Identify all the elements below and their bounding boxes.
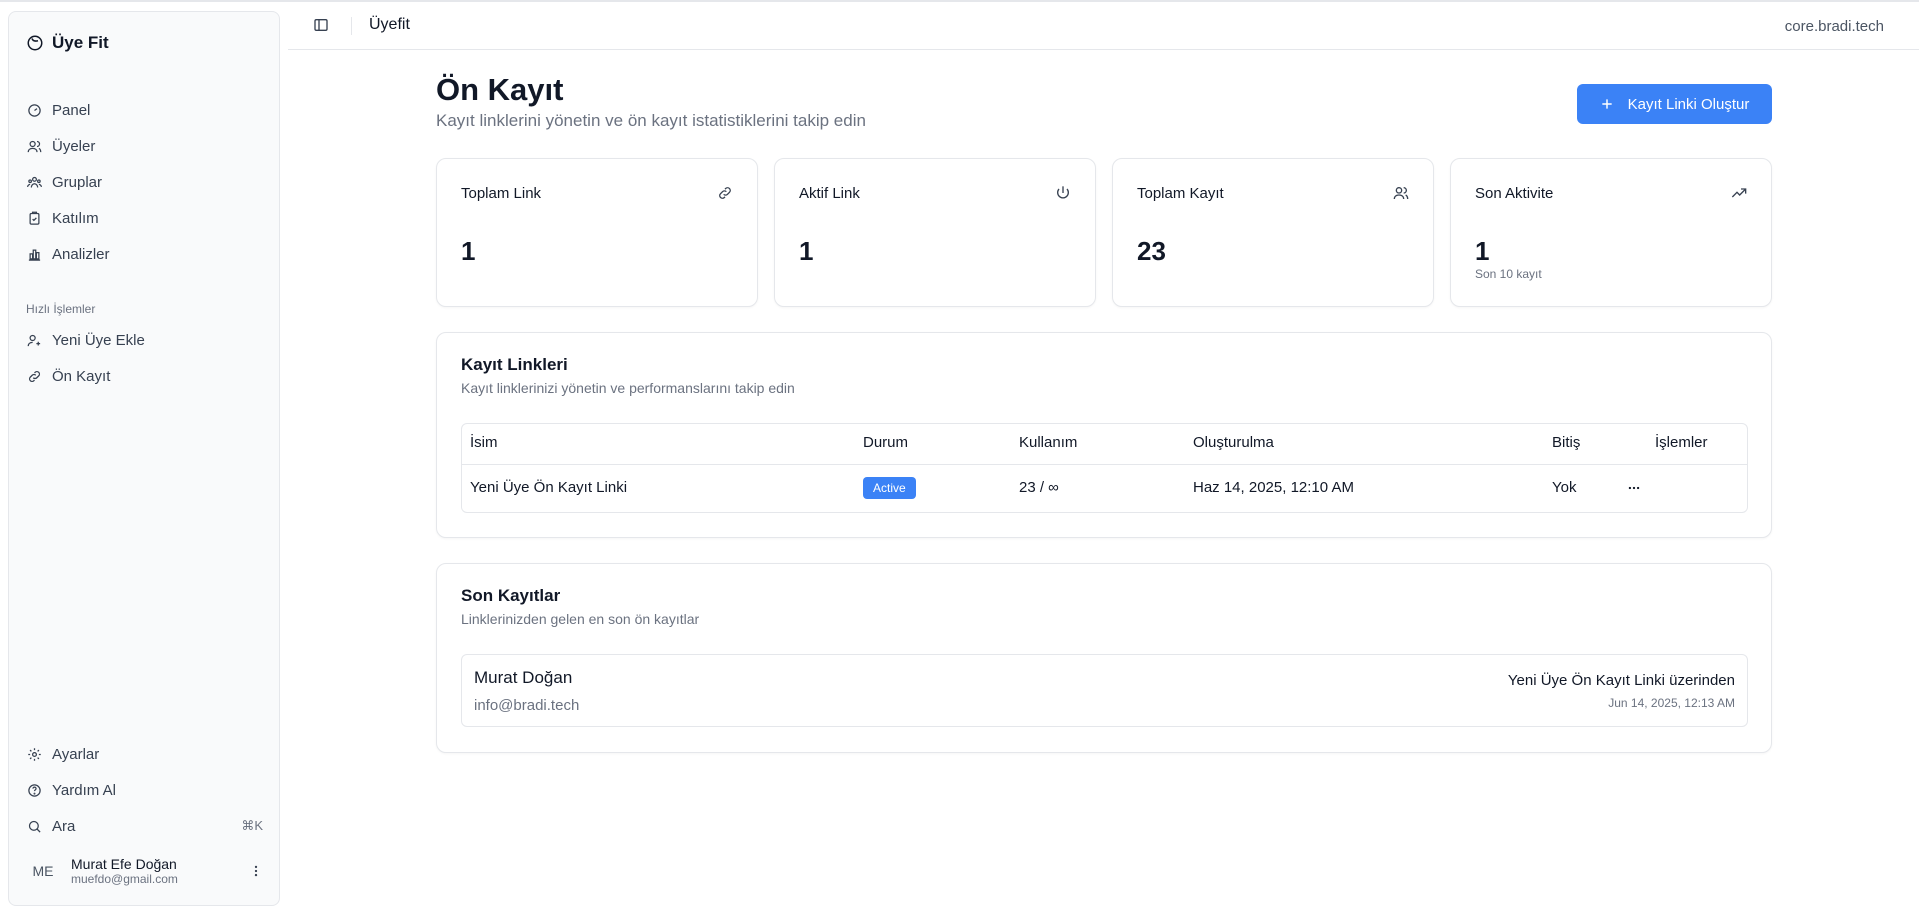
panel-title: Kayıt Linkleri bbox=[461, 355, 568, 374]
groups-icon bbox=[27, 176, 42, 188]
quick-nav: Yeni Üye Ekle Ön Kayıt bbox=[17, 322, 273, 394]
sidebar-item-panel[interactable]: Panel bbox=[17, 92, 273, 128]
more-horizontal-icon[interactable] bbox=[1625, 481, 1643, 500]
link-icon bbox=[717, 185, 733, 206]
stat-label: Toplam Kayıt bbox=[1137, 185, 1224, 202]
sidebar-item-analytics[interactable]: Analizler bbox=[17, 236, 273, 272]
sidebar-item-label: Analizler bbox=[52, 245, 110, 263]
stat-value: 1 bbox=[1475, 236, 1490, 266]
panel-title: Son Kayıtlar bbox=[461, 586, 561, 605]
column-header-usage[interactable]: Kullanım bbox=[1019, 434, 1077, 451]
help-circle-icon bbox=[28, 783, 41, 797]
gear-icon bbox=[28, 747, 41, 761]
sidebar-item-label: Ayarlar bbox=[52, 745, 100, 763]
column-header-name[interactable]: İsim bbox=[470, 434, 498, 451]
create-link-button[interactable]: Kayıt Linki Oluştur bbox=[1577, 84, 1772, 124]
registration-links-panel: Kayıt Linkleri Kayıt linklerinizi yöneti… bbox=[436, 332, 1772, 538]
top-header: Üyefit core.bradi.tech bbox=[288, 2, 1919, 50]
search-shortcut: ⌘K bbox=[241, 818, 263, 833]
sidebar-item-help[interactable]: Yardım Al bbox=[17, 772, 273, 808]
sidebar-item-label: Yardım Al bbox=[52, 781, 116, 799]
sidebar-item-label: Katılım bbox=[52, 209, 99, 227]
stat-label: Son Aktivite bbox=[1475, 185, 1554, 202]
gauge-icon bbox=[28, 103, 41, 117]
table-cell-expires: Yok bbox=[1552, 479, 1577, 496]
panel-subtitle: Linklerinizden gelen en son ön kayıtlar bbox=[461, 611, 700, 627]
user-email: muefdo@gmail.com bbox=[71, 872, 178, 886]
panel-subtitle: Kayıt linklerinizi yönetin ve performans… bbox=[461, 380, 795, 396]
user-info: Murat Efe Doğan muefdo@gmail.com bbox=[71, 856, 178, 886]
stat-value: 23 bbox=[1137, 236, 1166, 266]
link-icon bbox=[29, 370, 40, 382]
table-divider bbox=[462, 464, 1747, 465]
header-title: Üyefit bbox=[369, 16, 410, 33]
users-icon bbox=[27, 140, 42, 152]
stat-value: 1 bbox=[799, 236, 814, 266]
table-cell-name[interactable]: Yeni Üye Ön Kayıt Linki bbox=[470, 479, 627, 496]
sidebar-toggle-icon[interactable] bbox=[313, 17, 329, 38]
stat-card-active-links: Aktif Link 1 bbox=[774, 158, 1096, 307]
stat-note: Son 10 kayıt bbox=[1475, 267, 1542, 281]
header-host: core.bradi.tech bbox=[1784, 18, 1884, 35]
registrant-name: Murat Doğan bbox=[474, 668, 573, 687]
bar-chart-icon bbox=[28, 249, 41, 261]
plus-icon bbox=[1601, 99, 1612, 109]
registration-source: Yeni Üye Ön Kayıt Linki üzerinden bbox=[1507, 672, 1735, 689]
user-profile[interactable]: ME Murat Efe Doğan muefdo@gmail.com bbox=[17, 846, 273, 896]
column-header-expires[interactable]: Bitiş bbox=[1552, 434, 1580, 451]
stat-card-total-links: Toplam Link 1 bbox=[436, 158, 758, 307]
quick-actions-label: Hızlı İşlemler bbox=[26, 302, 96, 316]
main-nav: Panel Üyeler Gruplar Katılım Analizler bbox=[17, 92, 273, 272]
sidebar-item-label: Yeni Üye Ekle bbox=[52, 331, 145, 349]
sidebar-item-label: Ön Kayıt bbox=[52, 367, 111, 385]
more-vertical-icon[interactable] bbox=[249, 864, 263, 878]
user-name: Murat Efe Doğan bbox=[71, 856, 177, 872]
column-header-created[interactable]: Oluşturulma bbox=[1193, 434, 1274, 451]
sidebar-item-members[interactable]: Üyeler bbox=[17, 128, 273, 164]
user-plus-icon bbox=[27, 334, 41, 346]
sidebar-item-attendance[interactable]: Katılım bbox=[17, 200, 273, 236]
recent-registrations-panel: Son Kayıtlar Linklerinizden gelen en son… bbox=[436, 563, 1772, 753]
clipboard-check-icon bbox=[29, 211, 40, 225]
column-header-status[interactable]: Durum bbox=[863, 434, 908, 451]
stat-value: 1 bbox=[461, 236, 476, 266]
page-subtitle: Kayıt linklerini yönetin ve ön kayıt ist… bbox=[436, 111, 866, 130]
create-link-label: Kayıt Linki Oluştur bbox=[1627, 95, 1750, 113]
header-divider bbox=[351, 17, 352, 35]
stat-card-recent-activity: Son Aktivite 1 Son 10 kayıt bbox=[1450, 158, 1772, 307]
search-icon bbox=[28, 820, 41, 833]
stat-label: Aktif Link bbox=[799, 185, 860, 202]
brand[interactable]: Üye Fit bbox=[26, 33, 109, 53]
stat-label: Toplam Link bbox=[461, 185, 542, 202]
sidebar-item-search[interactable]: Ara ⌘K bbox=[17, 808, 273, 844]
sidebar-item-groups[interactable]: Gruplar bbox=[17, 164, 273, 200]
trending-up-icon bbox=[1731, 185, 1747, 206]
power-icon bbox=[1055, 185, 1071, 206]
sidebar-item-label: Ara bbox=[52, 817, 76, 835]
table-cell-created: Haz 14, 2025, 12:10 AM bbox=[1193, 479, 1354, 496]
registrant-email: info@bradi.tech bbox=[474, 697, 580, 714]
sidebar-item-add-member[interactable]: Yeni Üye Ekle bbox=[17, 322, 273, 358]
list-item[interactable]: Murat Doğan info@bradi.tech Yeni Üye Ön … bbox=[461, 654, 1748, 727]
users-icon bbox=[1393, 185, 1409, 206]
column-header-actions: İşlemler bbox=[1655, 434, 1708, 451]
brand-name: Üye Fit bbox=[52, 33, 109, 52]
sidebar-item-label: Üyeler bbox=[52, 137, 96, 155]
bottom-nav: Ayarlar Yardım Al Ara ⌘K bbox=[17, 736, 273, 844]
sidebar-item-label: Gruplar bbox=[52, 173, 103, 191]
table-cell-usage: 23 / ∞ bbox=[1019, 479, 1059, 496]
avatar: ME bbox=[32, 863, 54, 879]
sidebar-item-label: Panel bbox=[52, 101, 91, 119]
sidebar: Üye Fit Panel Üyeler Gruplar Katılım Ana… bbox=[8, 11, 280, 906]
stat-card-total-registrations: Toplam Kayıt 23 bbox=[1112, 158, 1434, 307]
registration-date: Jun 14, 2025, 12:13 AM bbox=[1608, 696, 1735, 710]
logo-icon bbox=[27, 35, 43, 51]
page-title: Ön Kayıt bbox=[436, 72, 564, 107]
status-badge: Active bbox=[863, 477, 916, 499]
sidebar-item-pre-registration[interactable]: Ön Kayıt bbox=[17, 358, 273, 394]
links-table: İsim Durum Kullanım Oluşturulma Bitiş İş… bbox=[461, 423, 1748, 513]
sidebar-item-settings[interactable]: Ayarlar bbox=[17, 736, 273, 772]
